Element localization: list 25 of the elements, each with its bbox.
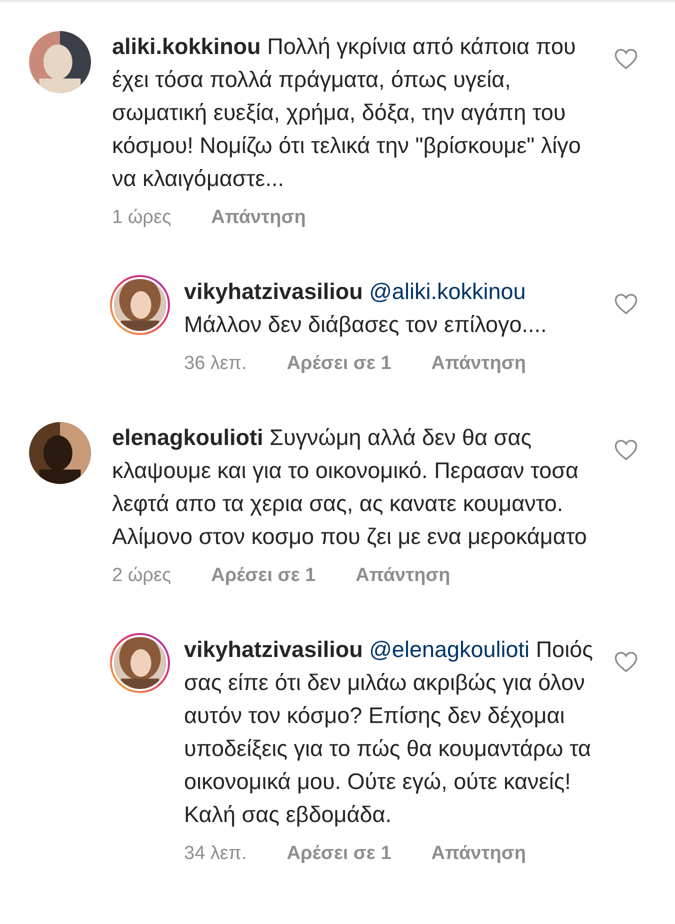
comment-text: vikyhatzivasiliou @aliki.kokkinou Μάλλον δεν διάβασες τον επίλογο....	[184, 278, 548, 339]
heart-icon[interactable]	[613, 649, 639, 675]
reply-link[interactable]: Απάντηση	[356, 565, 450, 587]
comment-text: aliki.kokkinou Πολλή γκρίνια από κάποια που έχει τόσα πολλά πράγματα, όπως υγεία, σωματική ευεξία, χρήμα, δόξα, την αγάπη του κόσμου! Νομίζω ότι τελικά την "βρίσκουμε" λίγο να κλαιγόμαστε...	[112, 33, 582, 193]
comment-time: 2 ώρες	[112, 565, 172, 587]
username-link[interactable]: vikyhatzivasiliou	[184, 279, 363, 304]
reply-link[interactable]: Απάντηση	[211, 207, 306, 229]
mention-link[interactable]: @elenagkoulioti	[369, 637, 530, 662]
comment-text: elenagkoulioti Συγνώμη αλλά δεν θα σας κλαψουμε και για το οικονομικό. Περασαν τοσα λεφτά απο τα χερια σας, ας κανατε κουμαντο. Αλίμονο στον κοσμο που ζει με ενα μεροκάματο	[112, 424, 588, 551]
likes-link[interactable]: Αρέσει σε 1	[286, 353, 392, 375]
reply-link[interactable]: Απάντηση	[431, 843, 526, 865]
comment-time: 1 ώρες	[112, 207, 172, 229]
username-link[interactable]: vikyhatzivasiliou	[184, 637, 363, 662]
likes-link[interactable]: Αρέσει σε 1	[211, 565, 316, 587]
comment-time: 36 λεπ.	[184, 353, 247, 375]
username-link[interactable]: aliki.kokkinou	[112, 34, 261, 59]
heart-icon[interactable]	[613, 437, 639, 463]
heart-icon[interactable]	[613, 291, 639, 317]
mention-link[interactable]: @aliki.kokkinou	[369, 279, 526, 304]
username-link[interactable]: elenagkoulioti	[112, 425, 264, 450]
comment-text: vikyhatzivasiliou @elenagkoulioti Ποιός σας είπε ότι δεν μιλάω ακριβώς για όλον αυτόν τον κόσμο? Επίσης δεν δέχομαι υποδείξεις για το πώς θα κουμαντάρω τα οικονομικά μου. Ούτε εγώ, ούτε κανείς! Καλή σας εβδομάδα.	[184, 636, 593, 829]
reply-link[interactable]: Απάντηση	[431, 353, 526, 375]
likes-link[interactable]: Αρέσει σε 1	[286, 843, 392, 865]
heart-icon[interactable]	[613, 46, 639, 72]
comment-time: 34 λεπ.	[184, 843, 247, 865]
